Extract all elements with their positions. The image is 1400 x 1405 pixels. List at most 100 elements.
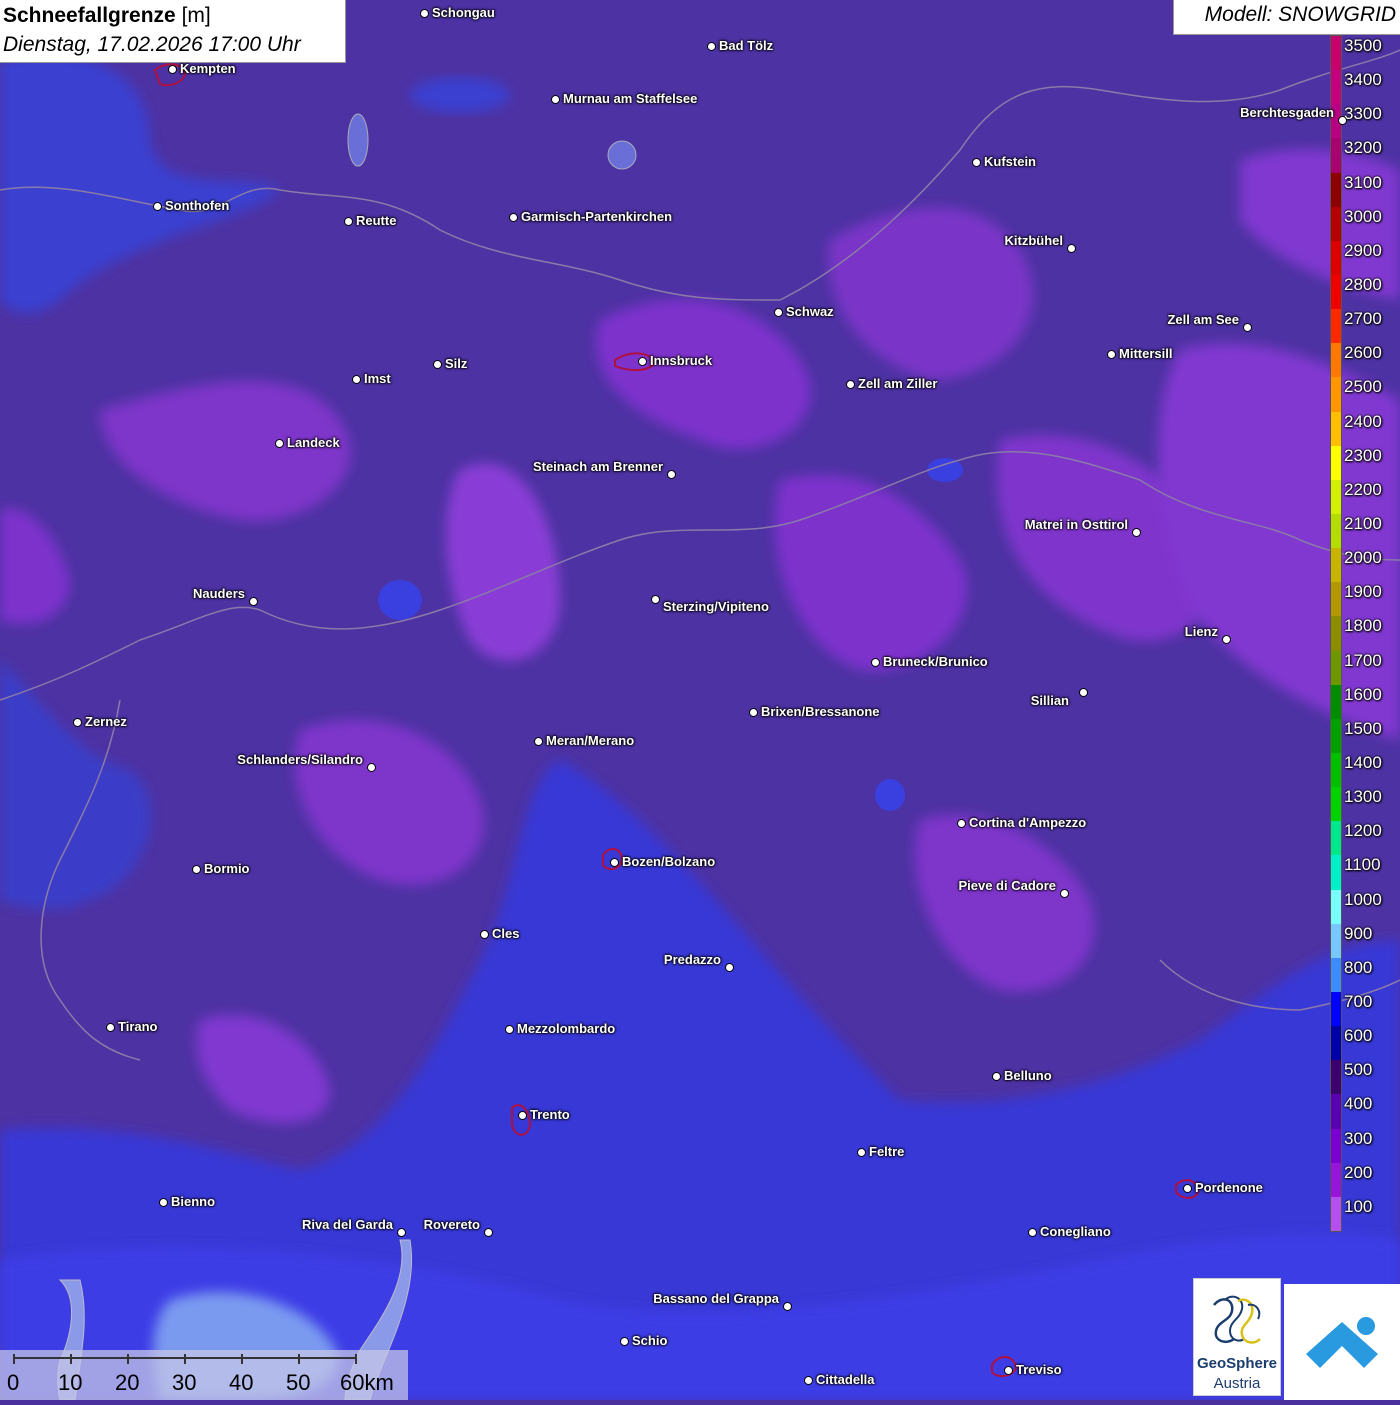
- legend-swatch: [1331, 479, 1341, 515]
- city-marker: [433, 360, 442, 369]
- city-marker: [667, 470, 676, 479]
- city-label: Kitzbühel: [1004, 233, 1064, 248]
- city-label: Schlanders/Silandro: [237, 752, 363, 767]
- city-marker: [992, 1072, 1001, 1081]
- logo-text-line1: GeoSphere: [1196, 1355, 1278, 1372]
- legend-label: 3100: [1344, 172, 1382, 192]
- city-label: Schwaz: [786, 304, 834, 319]
- legend-label: 1700: [1344, 650, 1382, 670]
- city-label: Tirano: [118, 1019, 158, 1034]
- legend-swatch: [1331, 787, 1341, 822]
- legend-swatch: [1331, 548, 1341, 583]
- city-label: Pordenone: [1195, 1180, 1263, 1195]
- city-marker: [804, 1376, 813, 1385]
- legend-swatch: [1331, 138, 1341, 174]
- legend-swatch: [1331, 957, 1341, 993]
- legend-label: 1300: [1344, 787, 1382, 807]
- city-label: Reutte: [356, 213, 397, 228]
- city-label: Nauders: [192, 586, 245, 601]
- scale-label: 30: [172, 1370, 197, 1395]
- legend-swatch: [1331, 445, 1341, 481]
- scale-label: 40: [229, 1370, 254, 1395]
- legend-label: 600: [1344, 1026, 1373, 1046]
- city-label: Trento: [530, 1107, 570, 1122]
- city-label: Schongau: [432, 5, 495, 20]
- legend-label: 2500: [1344, 377, 1382, 397]
- legend-swatch: [1331, 240, 1341, 276]
- legend-label: 2300: [1344, 445, 1382, 465]
- legend-swatch: [1331, 206, 1341, 242]
- legend-label: 900: [1344, 923, 1373, 943]
- city-marker: [1222, 635, 1231, 644]
- city-marker: [620, 1337, 629, 1346]
- city-label: Feltre: [869, 1144, 905, 1159]
- city-marker: [749, 708, 758, 717]
- city-label: Kufstein: [984, 154, 1036, 169]
- legend-label: 200: [1344, 1162, 1373, 1182]
- legend-label: 2700: [1344, 309, 1382, 329]
- legend-swatch: [1331, 1162, 1341, 1198]
- scale-bar: 0 10 20 30 40 50 60km: [0, 1350, 408, 1400]
- city-marker: [352, 375, 361, 384]
- city-marker: [846, 380, 855, 389]
- city-label: Mittersill: [1119, 346, 1173, 361]
- legend-color-bar: [1330, 35, 1342, 1232]
- city-marker: [153, 202, 162, 211]
- legend-swatch: [1331, 70, 1341, 105]
- city-label: Belluno: [1004, 1068, 1052, 1083]
- city-label: Meran/Merano: [546, 733, 635, 748]
- legend-label: 2400: [1344, 411, 1382, 431]
- city-label: Bozen/Bolzano: [622, 854, 716, 869]
- geosphere-logo-icon: [1213, 1295, 1261, 1344]
- legend-swatch: [1331, 1196, 1341, 1232]
- partner-logo[interactable]: [1284, 1284, 1400, 1400]
- model-label: Modell: SNOWGRID: [1173, 0, 1400, 35]
- map-title: Schneefallgrenze: [3, 4, 176, 27]
- city-marker: [344, 217, 353, 226]
- legend-swatch: [1331, 923, 1341, 959]
- city-label: Pieve di Cadore: [958, 878, 1056, 893]
- city-marker: [871, 658, 880, 667]
- scale-label: 0: [7, 1370, 20, 1395]
- geosphere-logo[interactable]: GeoSphere Austria: [1193, 1278, 1281, 1396]
- city-marker: [480, 930, 489, 939]
- city-marker: [972, 158, 981, 167]
- legend-swatch: [1331, 650, 1341, 686]
- city-marker: [1243, 323, 1252, 332]
- city-label: Zell am Ziller: [858, 376, 938, 391]
- legend-swatch: [1331, 1094, 1341, 1130]
- city-label: Silz: [445, 356, 468, 371]
- city-label: Predazzo: [663, 952, 721, 967]
- city-marker: [73, 718, 82, 727]
- city-label: Conegliano: [1040, 1224, 1111, 1239]
- city-marker: [1079, 688, 1088, 697]
- city-label: Zell am See: [1167, 312, 1239, 327]
- city-marker: [1183, 1184, 1192, 1193]
- legend-swatch: [1331, 889, 1341, 925]
- city-marker: [551, 95, 560, 104]
- city-label: Schio: [632, 1333, 668, 1348]
- legend-swatch: [1331, 753, 1341, 788]
- scale-label: 50: [286, 1370, 311, 1395]
- city-label: Lienz: [1184, 624, 1218, 639]
- legend-swatch: [1331, 309, 1341, 344]
- city-marker: [857, 1148, 866, 1157]
- legend-label: 3000: [1344, 206, 1382, 226]
- legend-swatch: [1331, 343, 1341, 378]
- legend-label: 700: [1344, 992, 1373, 1011]
- map-title-unit: [m]: [175, 4, 211, 27]
- legend-label: 3200: [1344, 138, 1382, 158]
- legend-label: 1000: [1344, 889, 1382, 909]
- legend-swatch: [1331, 821, 1341, 856]
- legend-label: 1600: [1344, 684, 1382, 704]
- city-label: Bormio: [204, 861, 250, 876]
- mountain-arrow-icon: [1306, 1317, 1378, 1368]
- scale-label: 10: [58, 1370, 83, 1395]
- city-marker: [275, 439, 284, 448]
- legend-swatch: [1331, 582, 1341, 617]
- city-marker: [957, 819, 966, 828]
- city-label: Sillian: [1030, 693, 1069, 708]
- legend-label: 500: [1344, 1060, 1373, 1080]
- legend-swatch: [1331, 172, 1341, 208]
- city-label: Bienno: [171, 1194, 216, 1209]
